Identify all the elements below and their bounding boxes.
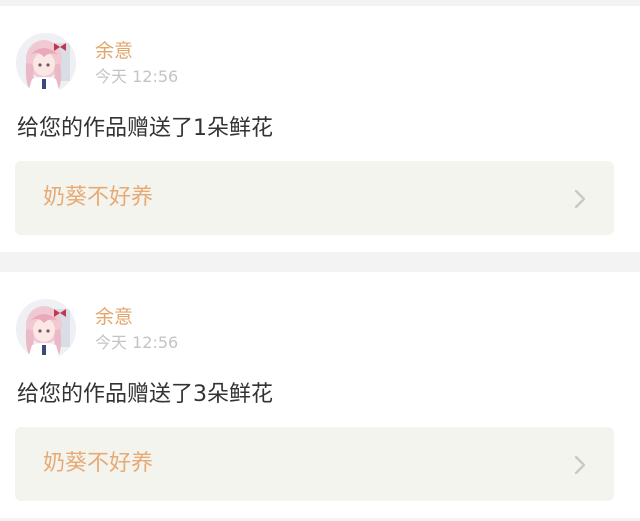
- username[interactable]: 余意: [95, 40, 133, 62]
- user-avatar[interactable]: [16, 299, 76, 359]
- work-title: 奶葵不好养: [43, 185, 154, 210]
- timestamp: 今天 12:56: [95, 333, 179, 352]
- chevron-right-icon: [574, 189, 586, 209]
- work-link-card[interactable]: 奶葵不好养: [15, 161, 614, 235]
- gift-message: 给您的作品赠送了3朵鲜花: [17, 382, 273, 407]
- notification-card: 余意 今天 12:56 给您的作品赠送了3朵鲜花 奶葵不好养: [0, 272, 640, 518]
- anime-girl-avatar-icon: [16, 299, 76, 359]
- gift-message: 给您的作品赠送了1朵鲜花: [17, 116, 273, 141]
- timestamp: 今天 12:56: [95, 67, 179, 86]
- notification-feed: 余意 今天 12:56 给您的作品赠送了1朵鲜花 奶葵不好养 余意 今天 12:…: [0, 0, 640, 521]
- work-link-card[interactable]: 奶葵不好养: [15, 427, 614, 501]
- notification-card: 余意 今天 12:56 给您的作品赠送了1朵鲜花 奶葵不好养: [0, 6, 640, 252]
- user-avatar[interactable]: [16, 33, 76, 93]
- anime-girl-avatar-icon: [16, 33, 76, 93]
- work-title: 奶葵不好养: [43, 451, 154, 476]
- chevron-right-icon: [574, 455, 586, 475]
- username[interactable]: 余意: [95, 306, 133, 328]
